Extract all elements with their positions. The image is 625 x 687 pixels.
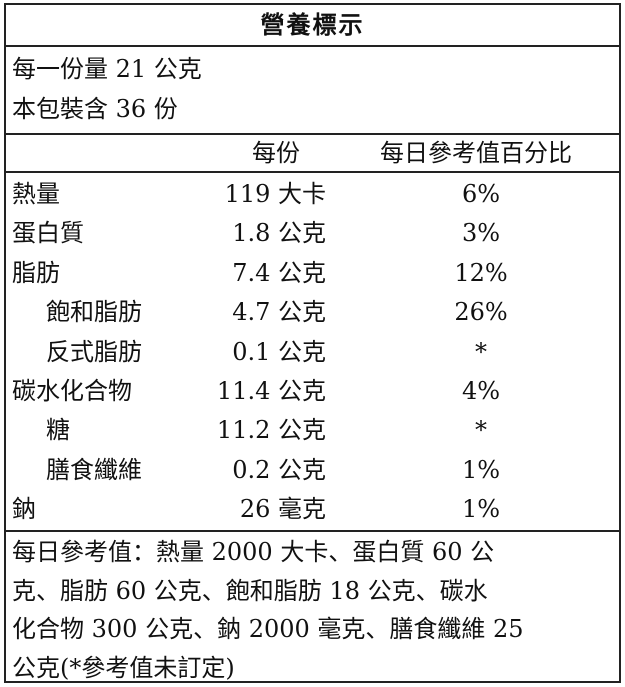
nutrient-daily-value: 26% bbox=[426, 293, 536, 332]
label-title: 營養標示 bbox=[6, 5, 619, 47]
nutrient-name: 糖 bbox=[46, 411, 70, 450]
nutrient-row: 碳水化合物 11.4 公克 4% bbox=[6, 372, 619, 411]
footnote-line: 化合物 300 公克、鈉 2000 毫克、膳食纖維 25 bbox=[12, 610, 613, 649]
footnote-line: 每日參考值：熱量 2000 大卡、蛋白質 60 公 bbox=[12, 533, 613, 572]
nutrient-row: 反式脂肪 0.1 公克 * bbox=[6, 333, 619, 372]
nutrient-row: 脂肪 7.4 公克 12% bbox=[6, 254, 619, 293]
nutrient-amount: 1.8 公克 bbox=[232, 214, 326, 253]
nutrient-name: 鈉 bbox=[12, 490, 36, 529]
serving-size: 每一份量 21 公克 bbox=[12, 49, 202, 89]
nutrition-label: 營養標示 每一份量 21 公克 本包裝含 36 份 每份 每日參考值百分比 熱量… bbox=[4, 3, 621, 683]
nutrient-row: 蛋白質 1.8 公克 3% bbox=[6, 214, 619, 253]
footnote: 每日參考值：熱量 2000 大卡、蛋白質 60 公 克、脂肪 60 公克、飽和脂… bbox=[12, 533, 613, 687]
servings-per-package: 本包裝含 36 份 bbox=[12, 89, 202, 129]
nutrient-name: 反式脂肪 bbox=[46, 333, 142, 372]
divider-footnote bbox=[6, 530, 619, 532]
nutrient-row: 膳食纖維 0.2 公克 1% bbox=[6, 451, 619, 490]
header-per-serving: 每份 bbox=[206, 136, 346, 170]
divider-header bbox=[6, 171, 619, 173]
nutrient-name: 飽和脂肪 bbox=[46, 293, 142, 332]
nutrient-amount: 7.4 公克 bbox=[232, 254, 326, 293]
nutrient-amount: 0.2 公克 bbox=[232, 451, 326, 490]
nutrient-amount: 0.1 公克 bbox=[232, 333, 326, 372]
serving-info: 每一份量 21 公克 本包裝含 36 份 bbox=[12, 49, 202, 129]
footnote-line: 公克(*參考值未訂定) bbox=[12, 649, 613, 687]
nutrient-name: 碳水化合物 bbox=[12, 372, 132, 411]
nutrient-amount: 26 毫克 bbox=[240, 490, 326, 529]
nutrient-name: 脂肪 bbox=[12, 254, 60, 293]
nutrient-amount: 11.4 公克 bbox=[217, 372, 326, 411]
nutrient-row: 鈉 26 毫克 1% bbox=[6, 490, 619, 529]
nutrient-daily-value: * bbox=[426, 411, 536, 450]
nutrient-row: 飽和脂肪 4.7 公克 26% bbox=[6, 293, 619, 332]
nutrient-amount: 11.2 公克 bbox=[217, 411, 326, 450]
nutrient-daily-value: 1% bbox=[426, 490, 536, 529]
nutrient-daily-value: 3% bbox=[426, 214, 536, 253]
nutrient-daily-value: 6% bbox=[426, 175, 536, 214]
nutrient-daily-value: 12% bbox=[426, 254, 536, 293]
header-daily-value: 每日參考值百分比 bbox=[350, 136, 602, 170]
footnote-line: 克、脂肪 60 公克、飽和脂肪 18 公克、碳水 bbox=[12, 572, 613, 611]
nutrient-row: 熱量 119 大卡 6% bbox=[6, 175, 619, 214]
nutrient-name: 蛋白質 bbox=[12, 214, 84, 253]
nutrient-amount: 119 大卡 bbox=[225, 175, 326, 214]
nutrient-daily-value: 1% bbox=[426, 451, 536, 490]
nutrient-daily-value: 4% bbox=[426, 372, 536, 411]
nutrient-name: 膳食纖維 bbox=[46, 451, 142, 490]
nutrient-daily-value: * bbox=[426, 333, 536, 372]
divider-serving bbox=[6, 133, 619, 135]
nutrient-name: 熱量 bbox=[12, 175, 60, 214]
nutrient-amount: 4.7 公克 bbox=[232, 293, 326, 332]
nutrient-row: 糖 11.2 公克 * bbox=[6, 411, 619, 450]
